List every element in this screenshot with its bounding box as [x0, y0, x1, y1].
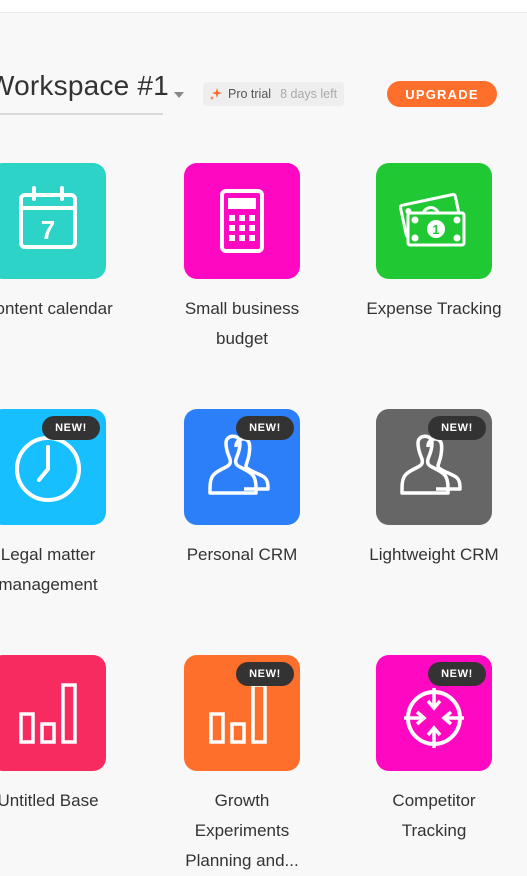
- base-label-untitled-base[interactable]: Untitled Base: [0, 786, 133, 816]
- workspace-title-underline: [0, 113, 163, 115]
- base-tile-growth-experiments[interactable]: NEW!: [184, 655, 300, 771]
- days-left-label: 8 days left: [280, 87, 338, 101]
- base-label-legal-matter-management[interactable]: Legal matter management: [0, 540, 133, 600]
- new-badge: NEW!: [428, 416, 486, 440]
- new-badge: NEW!: [428, 662, 486, 686]
- base-tile-small-business-budget[interactable]: [184, 163, 300, 279]
- base-tile-untitled-base[interactable]: [0, 655, 106, 771]
- pro-trial-label: Pro trial: [228, 87, 272, 101]
- workspace-title[interactable]: Workspace #1: [0, 70, 169, 102]
- base-label-competitor-tracking[interactable]: Competitor Tracking: [349, 786, 519, 846]
- base-label-expense-tracking[interactable]: Expense Tracking: [349, 294, 519, 324]
- base-tile-legal-matter-management[interactable]: NEW!: [0, 409, 106, 525]
- base-label-content-calendar[interactable]: Content calendar: [0, 294, 133, 324]
- money-icon: 1: [398, 192, 466, 247]
- upgrade-button[interactable]: UPGRADE: [387, 81, 497, 107]
- new-badge: NEW!: [236, 662, 294, 686]
- base-tile-competitor-tracking[interactable]: NEW!: [376, 655, 492, 771]
- base-label-growth-experiments[interactable]: Growth Experiments Planning and...: [157, 786, 327, 876]
- base-label-small-business-budget[interactable]: Small business budget: [157, 294, 327, 354]
- base-tile-lightweight-crm[interactable]: NEW!: [376, 409, 492, 525]
- workspace-dropdown-caret-icon[interactable]: [174, 92, 184, 98]
- svg-text:7: 7: [41, 215, 55, 245]
- base-tile-content-calendar[interactable]: 7: [0, 163, 106, 279]
- bar-chart-icon: [19, 683, 77, 744]
- sparkle-icon: [210, 88, 222, 100]
- base-tile-expense-tracking[interactable]: 1: [376, 163, 492, 279]
- calculator-icon: [220, 189, 264, 253]
- top-bar: [0, 0, 527, 13]
- new-badge: NEW!: [42, 416, 100, 440]
- calendar-icon: 7: [19, 186, 77, 249]
- base-label-personal-crm[interactable]: Personal CRM: [157, 540, 327, 570]
- pro-trial-pill[interactable]: Pro trial 8 days left: [203, 82, 345, 106]
- svg-text:1: 1: [432, 222, 439, 237]
- new-badge: NEW!: [236, 416, 294, 440]
- base-label-lightweight-crm[interactable]: Lightweight CRM: [349, 540, 519, 570]
- base-tile-personal-crm[interactable]: NEW!: [184, 409, 300, 525]
